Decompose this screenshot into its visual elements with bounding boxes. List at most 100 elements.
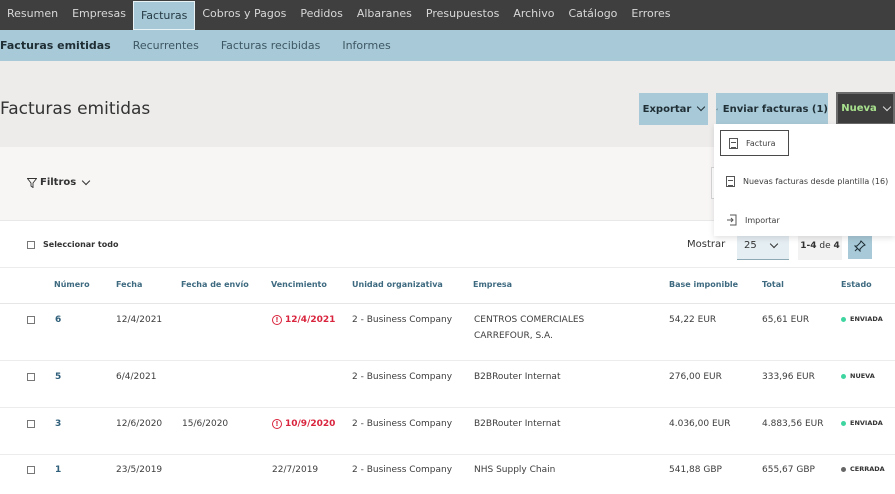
- status-label: NUEVA: [850, 372, 875, 380]
- status-dot: [841, 420, 846, 426]
- chevron-down-icon: [769, 239, 778, 248]
- divider: [0, 407, 895, 408]
- col-fecha-envio[interactable]: Fecha de envío: [181, 280, 249, 289]
- filters-button[interactable]: Filtros: [27, 176, 91, 188]
- paper-plane-icon: [716, 108, 718, 110]
- col-empresa[interactable]: Empresa: [473, 280, 512, 289]
- send-invoices-button[interactable]: Enviar facturas (1): [716, 93, 828, 125]
- org-unit: 2 - Business Company: [352, 315, 453, 325]
- nav-item-presupuestos[interactable]: Presupuestos: [419, 0, 506, 30]
- nav-item-archivo[interactable]: Archivo: [506, 0, 561, 30]
- nav-item-resumen[interactable]: Resumen: [0, 0, 65, 30]
- page-title: Facturas emitidas: [0, 99, 151, 119]
- row-checkbox[interactable]: [27, 420, 35, 428]
- new-menu-item-from-template[interactable]: Nuevas facturas desde plantilla (16): [726, 176, 888, 187]
- new-menu: Factura Nuevas facturas desde plantilla …: [714, 124, 895, 236]
- subnav-item-recurrentes[interactable]: Recurrentes: [133, 39, 199, 52]
- divider: [0, 454, 895, 455]
- base-amount: 276,00 EUR: [669, 372, 722, 382]
- row-checkbox[interactable]: [27, 373, 35, 381]
- nav-item-cobros-pagos[interactable]: Cobros y Pagos: [195, 0, 293, 30]
- invoice-number-link[interactable]: 5: [55, 372, 61, 382]
- status-badge: NUEVA: [841, 372, 875, 380]
- document-icon: [729, 137, 738, 149]
- sent-date: 15/6/2020: [182, 419, 229, 429]
- org-unit: 2 - Business Company: [352, 372, 453, 382]
- company: B2BRouter Internat: [474, 372, 561, 382]
- col-numero[interactable]: Número: [54, 280, 90, 289]
- status-label: CERRADA: [850, 465, 885, 473]
- company: CENTROS COMERCIALES CARREFOUR, S.A.: [474, 312, 584, 344]
- invoice-date: 12/4/2021: [116, 315, 163, 325]
- divider: [0, 303, 895, 304]
- org-unit: 2 - Business Company: [352, 419, 453, 429]
- col-base[interactable]: Base imponible: [669, 280, 738, 289]
- pin-icon: [854, 240, 866, 252]
- select-all[interactable]: Seleccionar todo: [27, 240, 118, 249]
- divider: [0, 360, 895, 361]
- due-date: 22/7/2019: [272, 465, 319, 475]
- company-line: CARREFOUR, S.A.: [474, 331, 553, 341]
- due-date: ! 10/9/2020: [272, 419, 335, 429]
- col-fecha[interactable]: Fecha: [116, 280, 142, 289]
- nav-item-facturas[interactable]: Facturas: [132, 0, 196, 30]
- filters-label: Filtros: [40, 177, 77, 188]
- send-invoices-label: Enviar facturas (1): [722, 103, 828, 115]
- select-all-label: Seleccionar todo: [43, 240, 119, 249]
- new-menu-item-factura[interactable]: Factura: [720, 130, 789, 156]
- due-date-value: 12/4/2021: [285, 315, 336, 325]
- invoice-date: 12/6/2020: [116, 419, 163, 429]
- col-total[interactable]: Total: [762, 280, 784, 289]
- col-estado[interactable]: Estado: [841, 280, 872, 289]
- col-unidad[interactable]: Unidad organizativa: [352, 280, 443, 289]
- status-label: ENVIADA: [850, 315, 883, 323]
- status-label: ENVIADA: [850, 419, 883, 427]
- new-menu-item-importar[interactable]: Importar: [726, 214, 780, 226]
- pin-button[interactable]: [848, 233, 872, 259]
- main-nav: Resumen Empresas Facturas Cobros y Pagos…: [0, 0, 895, 30]
- nav-item-catalogo[interactable]: Catálogo: [561, 0, 624, 30]
- base-amount: 54,22 EUR: [669, 315, 717, 325]
- chevron-down-icon: [81, 176, 91, 185]
- company-line: CENTROS COMERCIALES: [474, 315, 585, 325]
- due-date: ! 12/4/2021: [272, 315, 335, 325]
- company: NHS Supply Chain: [474, 465, 556, 475]
- pagination-range: 1-4 de 4: [798, 232, 842, 260]
- import-icon: [727, 214, 737, 226]
- total-amount: 65,61 EUR: [762, 315, 810, 325]
- nav-item-empresas[interactable]: Empresas: [65, 0, 133, 30]
- show-label: Mostrar: [687, 239, 726, 250]
- total-amount: 655,67 GBP: [762, 465, 815, 475]
- subnav-item-facturas-recibidas[interactable]: Facturas recibidas: [221, 39, 321, 52]
- status-badge: CERRADA: [841, 465, 885, 473]
- invoice-number-link[interactable]: 3: [55, 419, 61, 429]
- company: B2BRouter Internat: [474, 419, 561, 429]
- nav-item-errores[interactable]: Errores: [624, 0, 677, 30]
- nav-item-pedidos[interactable]: Pedidos: [293, 0, 350, 30]
- total-amount: 4.883,56 EUR: [762, 419, 824, 429]
- status-badge: ENVIADA: [841, 315, 883, 323]
- row-checkbox[interactable]: [27, 316, 35, 324]
- chevron-down-icon: [882, 102, 892, 111]
- invoice-date: 6/4/2021: [116, 372, 157, 382]
- subnav-item-informes[interactable]: Informes: [342, 39, 390, 52]
- status-dot: [841, 373, 846, 379]
- range-value: 1-4: [800, 241, 817, 251]
- base-amount: 541,88 GBP: [669, 465, 722, 475]
- invoice-number-link[interactable]: 6: [55, 315, 61, 325]
- status-badge: ENVIADA: [841, 419, 883, 427]
- per-page-select[interactable]: 25: [737, 232, 789, 260]
- new-button-label: Nueva: [841, 103, 877, 114]
- invoice-number-link[interactable]: 1: [55, 465, 61, 475]
- warning-icon: !: [272, 315, 282, 325]
- due-date-value: 10/9/2020: [285, 419, 336, 429]
- status-dot: [841, 316, 846, 322]
- export-button[interactable]: Exportar: [639, 93, 708, 125]
- select-all-checkbox[interactable]: [27, 240, 35, 249]
- subnav-item-facturas-emitidas[interactable]: Facturas emitidas: [0, 39, 111, 52]
- new-button[interactable]: Nueva: [836, 92, 895, 125]
- col-vencimiento[interactable]: Vencimiento: [271, 280, 327, 289]
- warning-icon: !: [272, 419, 282, 429]
- row-checkbox[interactable]: [27, 466, 35, 474]
- nav-item-albaranes[interactable]: Albaranes: [350, 0, 419, 30]
